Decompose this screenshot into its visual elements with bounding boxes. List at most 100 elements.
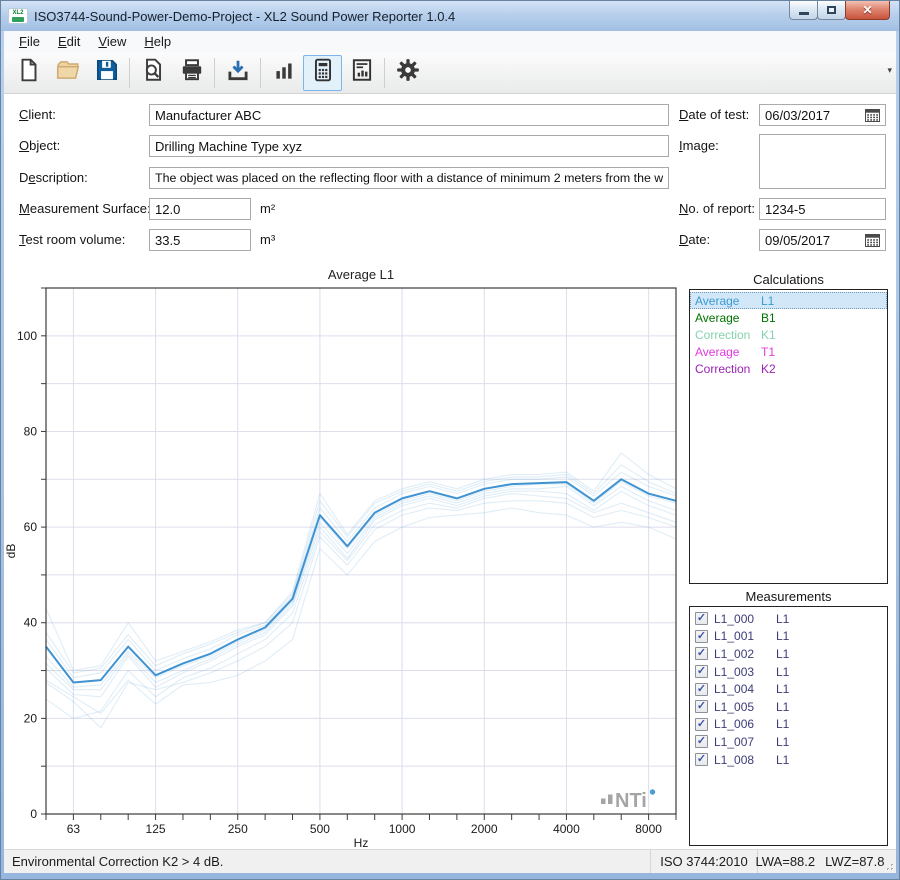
window-title: ISO3744-Sound-Power-Demo-Project - XL2 S… [34, 9, 455, 24]
measurement-checkbox[interactable]: ✓ [695, 683, 708, 696]
measurement-type: L1 [776, 753, 789, 767]
menu-file[interactable]: File [10, 33, 49, 50]
measurement-checkbox[interactable]: ✓ [695, 718, 708, 731]
save-project-button[interactable] [87, 55, 126, 91]
test-room-volume-input[interactable] [149, 229, 251, 251]
restore-button[interactable] [817, 1, 846, 20]
chart-ylabel: dB [4, 544, 18, 559]
measurement-checkbox[interactable]: ✓ [695, 630, 708, 643]
svg-text:1000: 1000 [389, 822, 416, 836]
date-calendar-button[interactable] [859, 230, 885, 250]
calculation-code: B1 [761, 311, 776, 325]
calculation-k1[interactable]: CorrectionK1 [690, 326, 887, 343]
menu-bar: FileEditViewHelp [4, 31, 896, 52]
measurement-name: L1_007 [714, 735, 776, 749]
status-message: Environmental Correction K2 > 4 dB. [4, 854, 650, 869]
close-button[interactable]: ✕ [845, 1, 890, 20]
close-icon: ✕ [862, 4, 872, 16]
calculation-name: Correction [695, 362, 761, 376]
menu-help[interactable]: Help [135, 33, 180, 50]
menu-view[interactable]: View [89, 33, 135, 50]
svg-text:40: 40 [24, 616, 38, 630]
resize-grip[interactable] [883, 860, 895, 872]
open-project-button[interactable] [48, 55, 87, 91]
image-box[interactable] [759, 134, 886, 189]
svg-text:NTi: NTi [615, 790, 647, 812]
menu-edit[interactable]: Edit [49, 33, 89, 50]
measurement-checkbox[interactable]: ✓ [695, 612, 708, 625]
measurement-name: L1_004 [714, 682, 776, 696]
client-input[interactable] [149, 104, 669, 126]
measurement-checkbox[interactable]: ✓ [695, 735, 708, 748]
measurement-checkbox[interactable]: ✓ [695, 753, 708, 766]
svg-text:60: 60 [24, 520, 38, 534]
description-input[interactable] [149, 167, 669, 189]
measurement-l1_004[interactable]: ✓L1_004L1 [690, 680, 887, 698]
report-view-button[interactable] [342, 55, 381, 91]
settings-button[interactable] [388, 55, 427, 91]
calculations-view-button[interactable] [303, 55, 342, 91]
measurement-l1_006[interactable]: ✓L1_006L1 [690, 716, 887, 734]
nti-logo: NTi [601, 789, 655, 812]
calculation-t1[interactable]: AverageT1 [690, 343, 887, 360]
save-icon [94, 57, 120, 88]
date-field [759, 229, 886, 251]
measurement-l1_005[interactable]: ✓L1_005L1 [690, 698, 887, 716]
calculator-icon [310, 57, 336, 88]
measurement-checkbox[interactable]: ✓ [695, 665, 708, 678]
measurement-l1_003[interactable]: ✓L1_003L1 [690, 663, 887, 681]
measurement-checkbox[interactable]: ✓ [695, 647, 708, 660]
measurement-l1_000[interactable]: ✓L1_000L1 [690, 610, 887, 628]
measurement-type: L1 [776, 629, 789, 643]
title-bar[interactable]: XL2 ISO3744-Sound-Power-Demo-Project - X… [1, 1, 899, 31]
measurement-l1_008[interactable]: ✓L1_008L1 [690, 751, 887, 769]
measurement-surface-input[interactable] [149, 198, 251, 220]
measurement-type: L1 [776, 665, 789, 679]
svg-text:63: 63 [67, 822, 81, 836]
date-of-test-calendar-button[interactable] [859, 105, 885, 125]
open-folder-icon [55, 57, 81, 88]
measurement-name: L1_001 [714, 629, 776, 643]
new-project-button[interactable] [9, 55, 48, 91]
svg-text:2000: 2000 [471, 822, 498, 836]
measurements-list: ✓L1_000L1✓L1_001L1✓L1_002L1✓L1_003L1✓L1_… [689, 606, 888, 846]
svg-text:4000: 4000 [553, 822, 580, 836]
calculation-name: Average [695, 345, 761, 359]
date-of-test-input[interactable] [760, 105, 859, 125]
svg-text:500: 500 [310, 822, 330, 836]
average-l1-chart: NTi 020406080100631252505001000200040008… [4, 264, 694, 849]
svg-text:8000: 8000 [635, 822, 662, 836]
import-button[interactable] [218, 55, 257, 91]
measurement-l1_001[interactable]: ✓ L1_001L1 [690, 628, 887, 646]
svg-text:0: 0 [30, 807, 37, 821]
test-room-volume-label: Test room volume: [19, 229, 125, 251]
new-document-icon [16, 57, 42, 88]
toolbar-separator [214, 58, 215, 88]
svg-text:100: 100 [17, 329, 37, 343]
app-icon: XL2 [8, 8, 28, 24]
date-input[interactable] [760, 230, 859, 250]
measurement-checkbox[interactable]: ✓ [695, 700, 708, 713]
calculation-code: K1 [761, 328, 776, 342]
svg-text:125: 125 [146, 822, 166, 836]
measurements-view-button[interactable] [264, 55, 303, 91]
no-of-report-input[interactable] [759, 198, 886, 220]
calculation-name: Average [695, 294, 761, 308]
series-l1_007 [46, 465, 676, 673]
svg-text:80: 80 [24, 424, 38, 438]
calculation-k2[interactable]: CorrectionK2 [690, 360, 887, 377]
print-preview-button[interactable] [133, 55, 172, 91]
print-button[interactable] [172, 55, 211, 91]
series-l1_000 [46, 491, 676, 697]
object-input[interactable] [149, 135, 669, 157]
minimize-button[interactable] [789, 1, 818, 20]
settings-gear-icon [395, 57, 421, 88]
measurement-type: L1 [776, 717, 789, 731]
calculation-b1[interactable]: AverageB1 [690, 309, 887, 326]
calculation-l1[interactable]: AverageL1 [690, 292, 887, 309]
no-of-report-label: No. of report: [679, 198, 755, 220]
toolbar-overflow-button[interactable]: ▾ [887, 66, 892, 75]
measurement-l1_007[interactable]: ✓L1_007L1 [690, 733, 887, 751]
series-l1_002 [46, 508, 676, 714]
measurement-l1_002[interactable]: ✓L1_002L1 [690, 645, 887, 663]
